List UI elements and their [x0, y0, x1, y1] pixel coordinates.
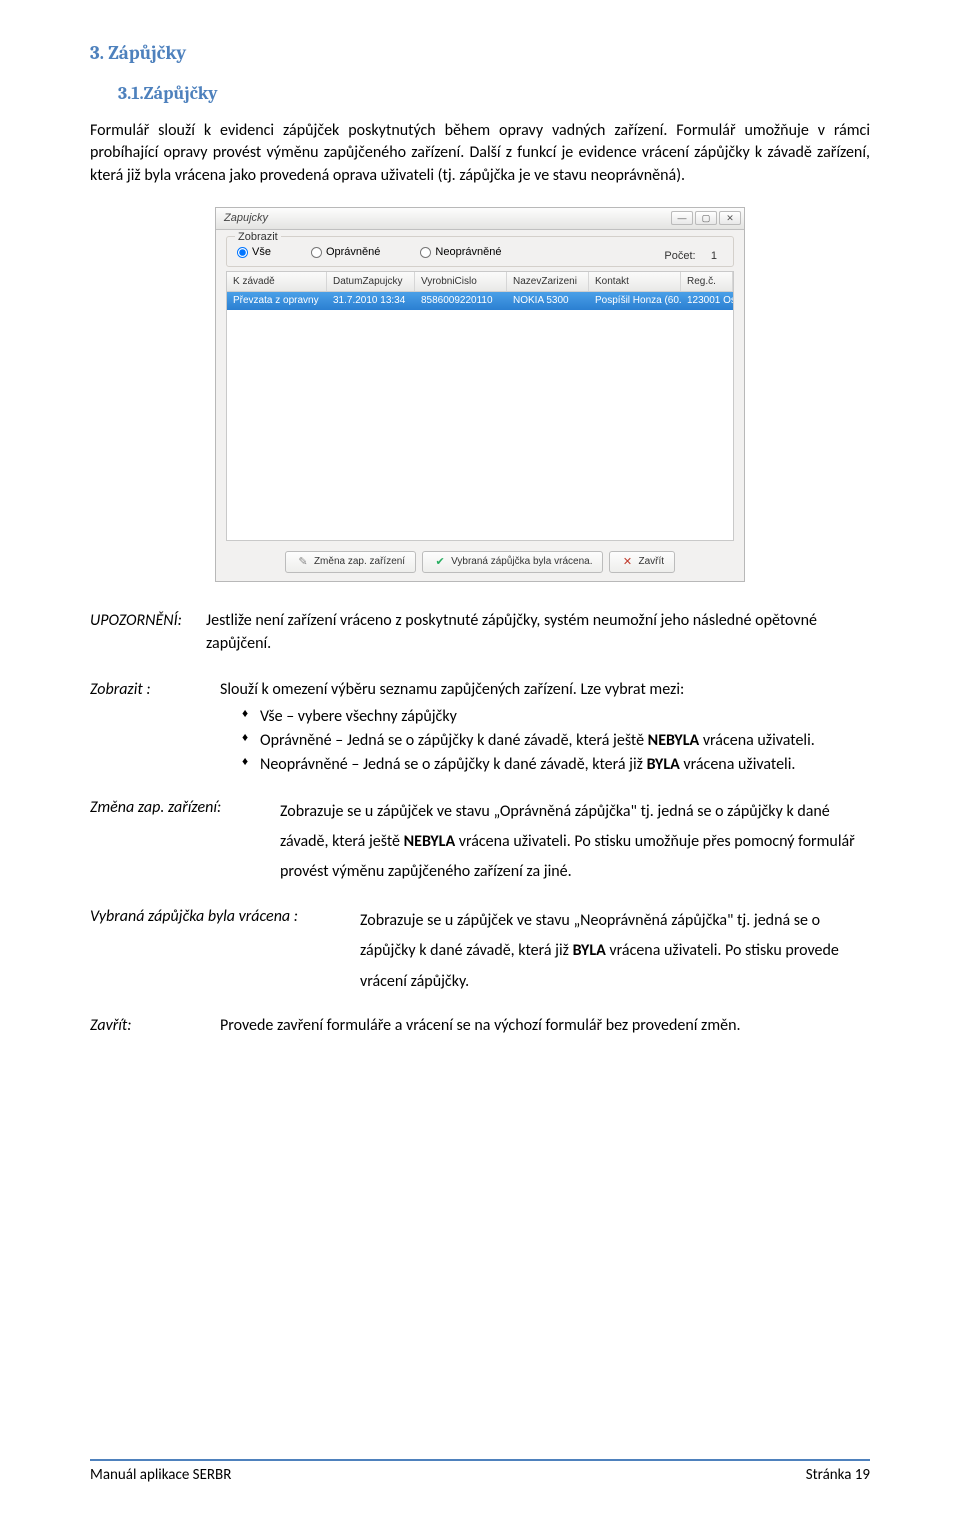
footer-left: Manuál aplikace SERBR: [90, 1465, 231, 1486]
check-icon: ✔: [433, 555, 447, 569]
def-zobrazit-text: Slouží k omezení výběru seznamu zapůjčen…: [220, 680, 684, 699]
change-device-button[interactable]: ✎ Změna zap. zařízení: [285, 551, 416, 573]
edit-icon: ✎: [296, 555, 310, 569]
radio-unauthorized-input[interactable]: [420, 247, 431, 258]
data-grid[interactable]: K závadě DatumZapujcky VyrobniCislo Naze…: [226, 271, 734, 541]
count-value: 1: [711, 250, 717, 262]
cell: NOKIA 5300: [507, 292, 589, 310]
bullet-unauth-bold: BYLA: [647, 755, 680, 774]
window-controls: — ▢ ✕: [669, 211, 741, 225]
bullet-unauthorized: Neoprávněné – Jedná se o zápůjčky k dané…: [242, 754, 870, 776]
col-header[interactable]: K závadě: [227, 272, 327, 291]
col-header[interactable]: NazevZarizeni: [507, 272, 589, 291]
heading-2: 3.1.Zápůjčky: [118, 81, 870, 106]
filter-groupbox: Zobrazit Vše Oprávněné Neoprávněné Počet…: [226, 236, 734, 267]
def-zobrazit: Zobrazit : Slouží k omezení výběru sezna…: [90, 679, 870, 779]
radio-authorized[interactable]: Oprávněné: [311, 245, 380, 260]
def-zobrazit-body: Slouží k omezení výběru seznamu zapůjčen…: [220, 679, 870, 779]
radio-all-input[interactable]: [237, 247, 248, 258]
def-zmena-body: Zobrazuje se u zápůjček ve stavu „Oprávn…: [280, 797, 870, 888]
close-button[interactable]: ✕ Zavřít: [609, 551, 675, 573]
def-vracena-body: Zobrazuje se u zápůjček ve stavu „Neoprá…: [360, 906, 870, 997]
close-icon: ✕: [620, 555, 634, 569]
def-zmena-bold: NEBYLA: [404, 832, 456, 851]
minimize-button[interactable]: —: [671, 211, 693, 225]
def-vracena-label: Vybraná zápůjčka byla vrácena :: [90, 906, 360, 997]
def-zobrazit-label: Zobrazit :: [90, 679, 220, 779]
returned-button[interactable]: ✔ Vybraná zápůjčka byla vrácena.: [422, 551, 603, 573]
heading-1: 3. Zápůjčky: [90, 40, 870, 67]
col-header[interactable]: DatumZapujcky: [327, 272, 415, 291]
cell: Převzata z opravny: [227, 292, 327, 310]
radio-all[interactable]: Vše: [237, 245, 271, 260]
table-row[interactable]: Převzata z opravny 31.7.2010 13:34 85860…: [227, 292, 733, 310]
footer-right: Stránka 19: [806, 1465, 870, 1486]
bullet-auth-post: vrácena uživateli.: [699, 731, 815, 750]
cell: 123001 Ostrava: [681, 292, 733, 310]
warning-text: Jestliže není zařízení vráceno z poskytn…: [206, 610, 870, 655]
bullet-unauth-pre: Neoprávněné – Jedná se o zápůjčky k dané…: [260, 755, 647, 774]
groupbox-legend: Zobrazit: [235, 230, 281, 245]
bullet-unauth-post: vrácena uživateli.: [680, 755, 796, 774]
app-window: Zapujcky — ▢ ✕ Zobrazit Vše Oprávněné Ne…: [215, 207, 745, 582]
radio-row: Vše Oprávněné Neoprávněné: [237, 245, 723, 260]
warning-label: UPOZORNĚNÍ:: [90, 610, 206, 655]
cell: 8586009220110: [415, 292, 507, 310]
col-header[interactable]: Reg.č.: [681, 272, 733, 291]
count-label: Počet:: [664, 250, 695, 262]
warning-block: UPOZORNĚNÍ: Jestliže není zařízení vráce…: [90, 610, 870, 655]
bullet-auth-bold: NEBYLA: [648, 731, 700, 750]
returned-label: Vybraná zápůjčka byla vrácena.: [451, 555, 592, 569]
grid-header: K závadě DatumZapujcky VyrobniCislo Naze…: [227, 272, 733, 292]
radio-authorized-label: Oprávněné: [326, 245, 380, 260]
close-label: Zavřít: [638, 555, 664, 569]
def-vracena-bold: BYLA: [573, 941, 606, 960]
bullet-all: Vše – vybere všechny zápůjčky: [242, 706, 870, 728]
maximize-button[interactable]: ▢: [695, 211, 717, 225]
radio-unauthorized-label: Neoprávněné: [435, 245, 501, 260]
col-header[interactable]: Kontakt: [589, 272, 681, 291]
cell: 31.7.2010 13:34: [327, 292, 415, 310]
col-header[interactable]: VyrobniCislo: [415, 272, 507, 291]
change-device-label: Změna zap. zařízení: [314, 555, 405, 569]
def-vracena: Vybraná zápůjčka byla vrácena : Zobrazuj…: [90, 906, 870, 997]
count-display: Počet: 1: [664, 249, 717, 264]
window-title: Zapujcky: [224, 211, 669, 226]
close-window-button[interactable]: ✕: [719, 211, 741, 225]
cell: Pospíšil Honza (60..: [589, 292, 681, 310]
titlebar: Zapujcky — ▢ ✕: [216, 208, 744, 230]
def-zmena-label: Změna zap. zařízení:: [90, 797, 280, 888]
def-zavrit-body: Provede zavření formuláře a vrácení se n…: [220, 1015, 870, 1037]
radio-unauthorized[interactable]: Neoprávněné: [420, 245, 501, 260]
bullet-auth-pre: Oprávněné – Jedná se o zápůjčky k dané z…: [260, 731, 648, 750]
button-bar: ✎ Změna zap. zařízení ✔ Vybraná zápůjčka…: [216, 545, 744, 581]
def-zavrit: Zavřít: Provede zavření formuláře a vrác…: [90, 1015, 870, 1037]
def-zmena: Změna zap. zařízení: Zobrazuje se u zápů…: [90, 797, 870, 888]
intro-paragraph: Formulář slouží k evidenci zápůjček posk…: [90, 120, 870, 187]
radio-all-label: Vše: [252, 245, 271, 260]
radio-authorized-input[interactable]: [311, 247, 322, 258]
page-footer: Manuál aplikace SERBR Stránka 19: [90, 1459, 870, 1486]
def-zavrit-label: Zavřít:: [90, 1015, 220, 1037]
bullet-authorized: Oprávněné – Jedná se o zápůjčky k dané z…: [242, 730, 870, 752]
